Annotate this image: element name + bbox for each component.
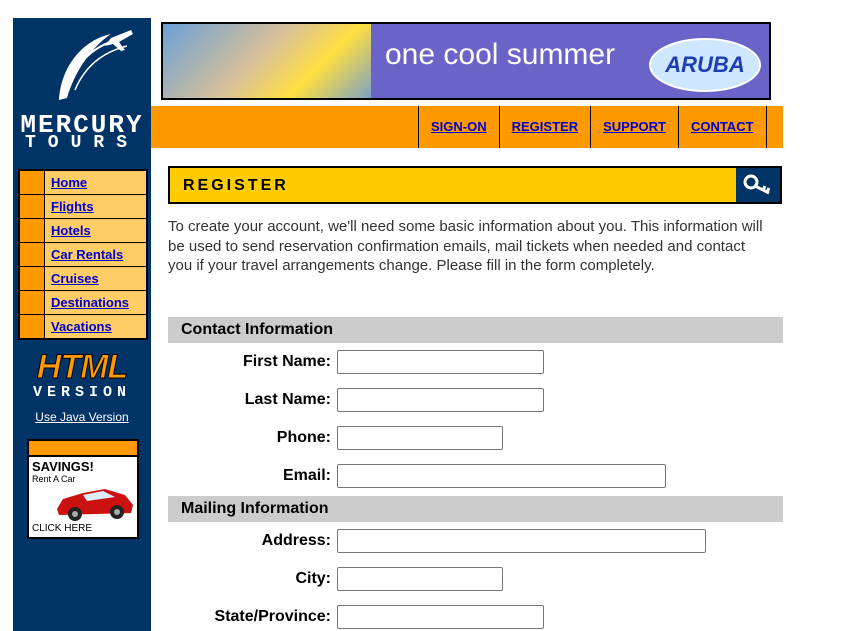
sidebar-link-flights[interactable]: Flights: [45, 195, 94, 218]
sidebar-link-home[interactable]: Home: [45, 171, 87, 194]
nav-bullet-icon: [20, 315, 45, 338]
beach-photo: [163, 24, 371, 98]
sidebar-nav: Home Flights Hotels Car Rentals Cruises …: [18, 169, 148, 340]
html-version-badge: HTML VERSION: [27, 348, 137, 402]
nav-support[interactable]: SUPPORT: [591, 106, 679, 148]
sidebar-link-cruises[interactable]: Cruises: [45, 267, 99, 290]
html-badge-title: HTML: [36, 348, 128, 386]
page-title: REGISTER: [183, 177, 289, 194]
java-version-link[interactable]: Use Java Version: [13, 410, 151, 424]
first-name-field[interactable]: [337, 350, 544, 374]
email-label: Email:: [282, 467, 331, 484]
phone-field[interactable]: [337, 426, 503, 450]
mailing-info-header: Mailing Information: [168, 496, 783, 522]
sidebar-item-flights[interactable]: Flights: [20, 195, 146, 219]
plane-logo-icon: [59, 30, 133, 100]
key-icon: [736, 168, 780, 202]
register-header-bar: REGISTER: [168, 166, 782, 204]
nav-contact[interactable]: CONTACT: [679, 106, 767, 148]
city-field[interactable]: [337, 567, 503, 591]
nav-sign-on[interactable]: SIGN-ON: [419, 106, 500, 148]
nav-register[interactable]: REGISTER: [500, 106, 592, 148]
aruba-badge: ARUBA: [649, 38, 761, 92]
sidebar-link-vacations[interactable]: Vacations: [45, 315, 112, 338]
nav-bullet-icon: [20, 219, 45, 242]
ad-cta: CLICK HERE: [32, 523, 93, 534]
nav-bullet-icon: [20, 243, 45, 266]
address-label: Address:: [261, 532, 331, 549]
sidebar-item-home[interactable]: Home: [20, 171, 146, 195]
last-name-field[interactable]: [337, 388, 544, 412]
sidebar-link-car-rentals[interactable]: Car Rentals: [45, 243, 123, 266]
nav-bullet-icon: [20, 195, 45, 218]
sidebar-item-hotels[interactable]: Hotels: [20, 219, 146, 243]
brand-name-line2: TOURS: [24, 133, 139, 153]
intro-text: To create your account, we'll need some …: [168, 218, 763, 274]
email-field[interactable]: [337, 464, 666, 488]
city-label: City:: [295, 570, 331, 587]
contact-info-header: Contact Information: [168, 317, 783, 343]
sidebar-item-cruises[interactable]: Cruises: [20, 267, 146, 291]
nav-bullet-icon: [20, 171, 45, 194]
sidebar-link-hotels[interactable]: Hotels: [45, 219, 91, 242]
sidebar-item-vacations[interactable]: Vacations: [20, 315, 146, 338]
nav-bullet-icon: [20, 291, 45, 314]
html-badge-subtitle: VERSION: [32, 384, 131, 401]
ad-header-strip: [29, 441, 137, 457]
left-sidebar: MERCURY TOURS Home Flights Hotels Car Re…: [13, 18, 151, 631]
sidebar-link-destinations[interactable]: Destinations: [45, 291, 129, 314]
banner-headline: one cool summer: [385, 38, 616, 71]
rent-a-car-ad[interactable]: SAVINGS! Rent A Car CLICK HERE: [27, 439, 139, 539]
nav-bullet-icon: [20, 267, 45, 290]
sidebar-item-destinations[interactable]: Destinations: [20, 291, 146, 315]
state-field[interactable]: [337, 605, 544, 629]
phone-label: Phone:: [276, 429, 331, 446]
first-name-label: First Name:: [242, 353, 331, 370]
sidebar-item-car-rentals[interactable]: Car Rentals: [20, 243, 146, 267]
last-name-label: Last Name:: [244, 391, 331, 408]
car-icon: [57, 489, 133, 521]
top-nav: SIGN-ON REGISTER SUPPORT CONTACT: [418, 106, 767, 148]
address-field[interactable]: [337, 529, 706, 553]
state-label: State/Province:: [214, 608, 331, 625]
ad-title: SAVINGS!: [32, 459, 94, 474]
promo-banner[interactable]: one cool summer ARUBA: [161, 22, 771, 100]
